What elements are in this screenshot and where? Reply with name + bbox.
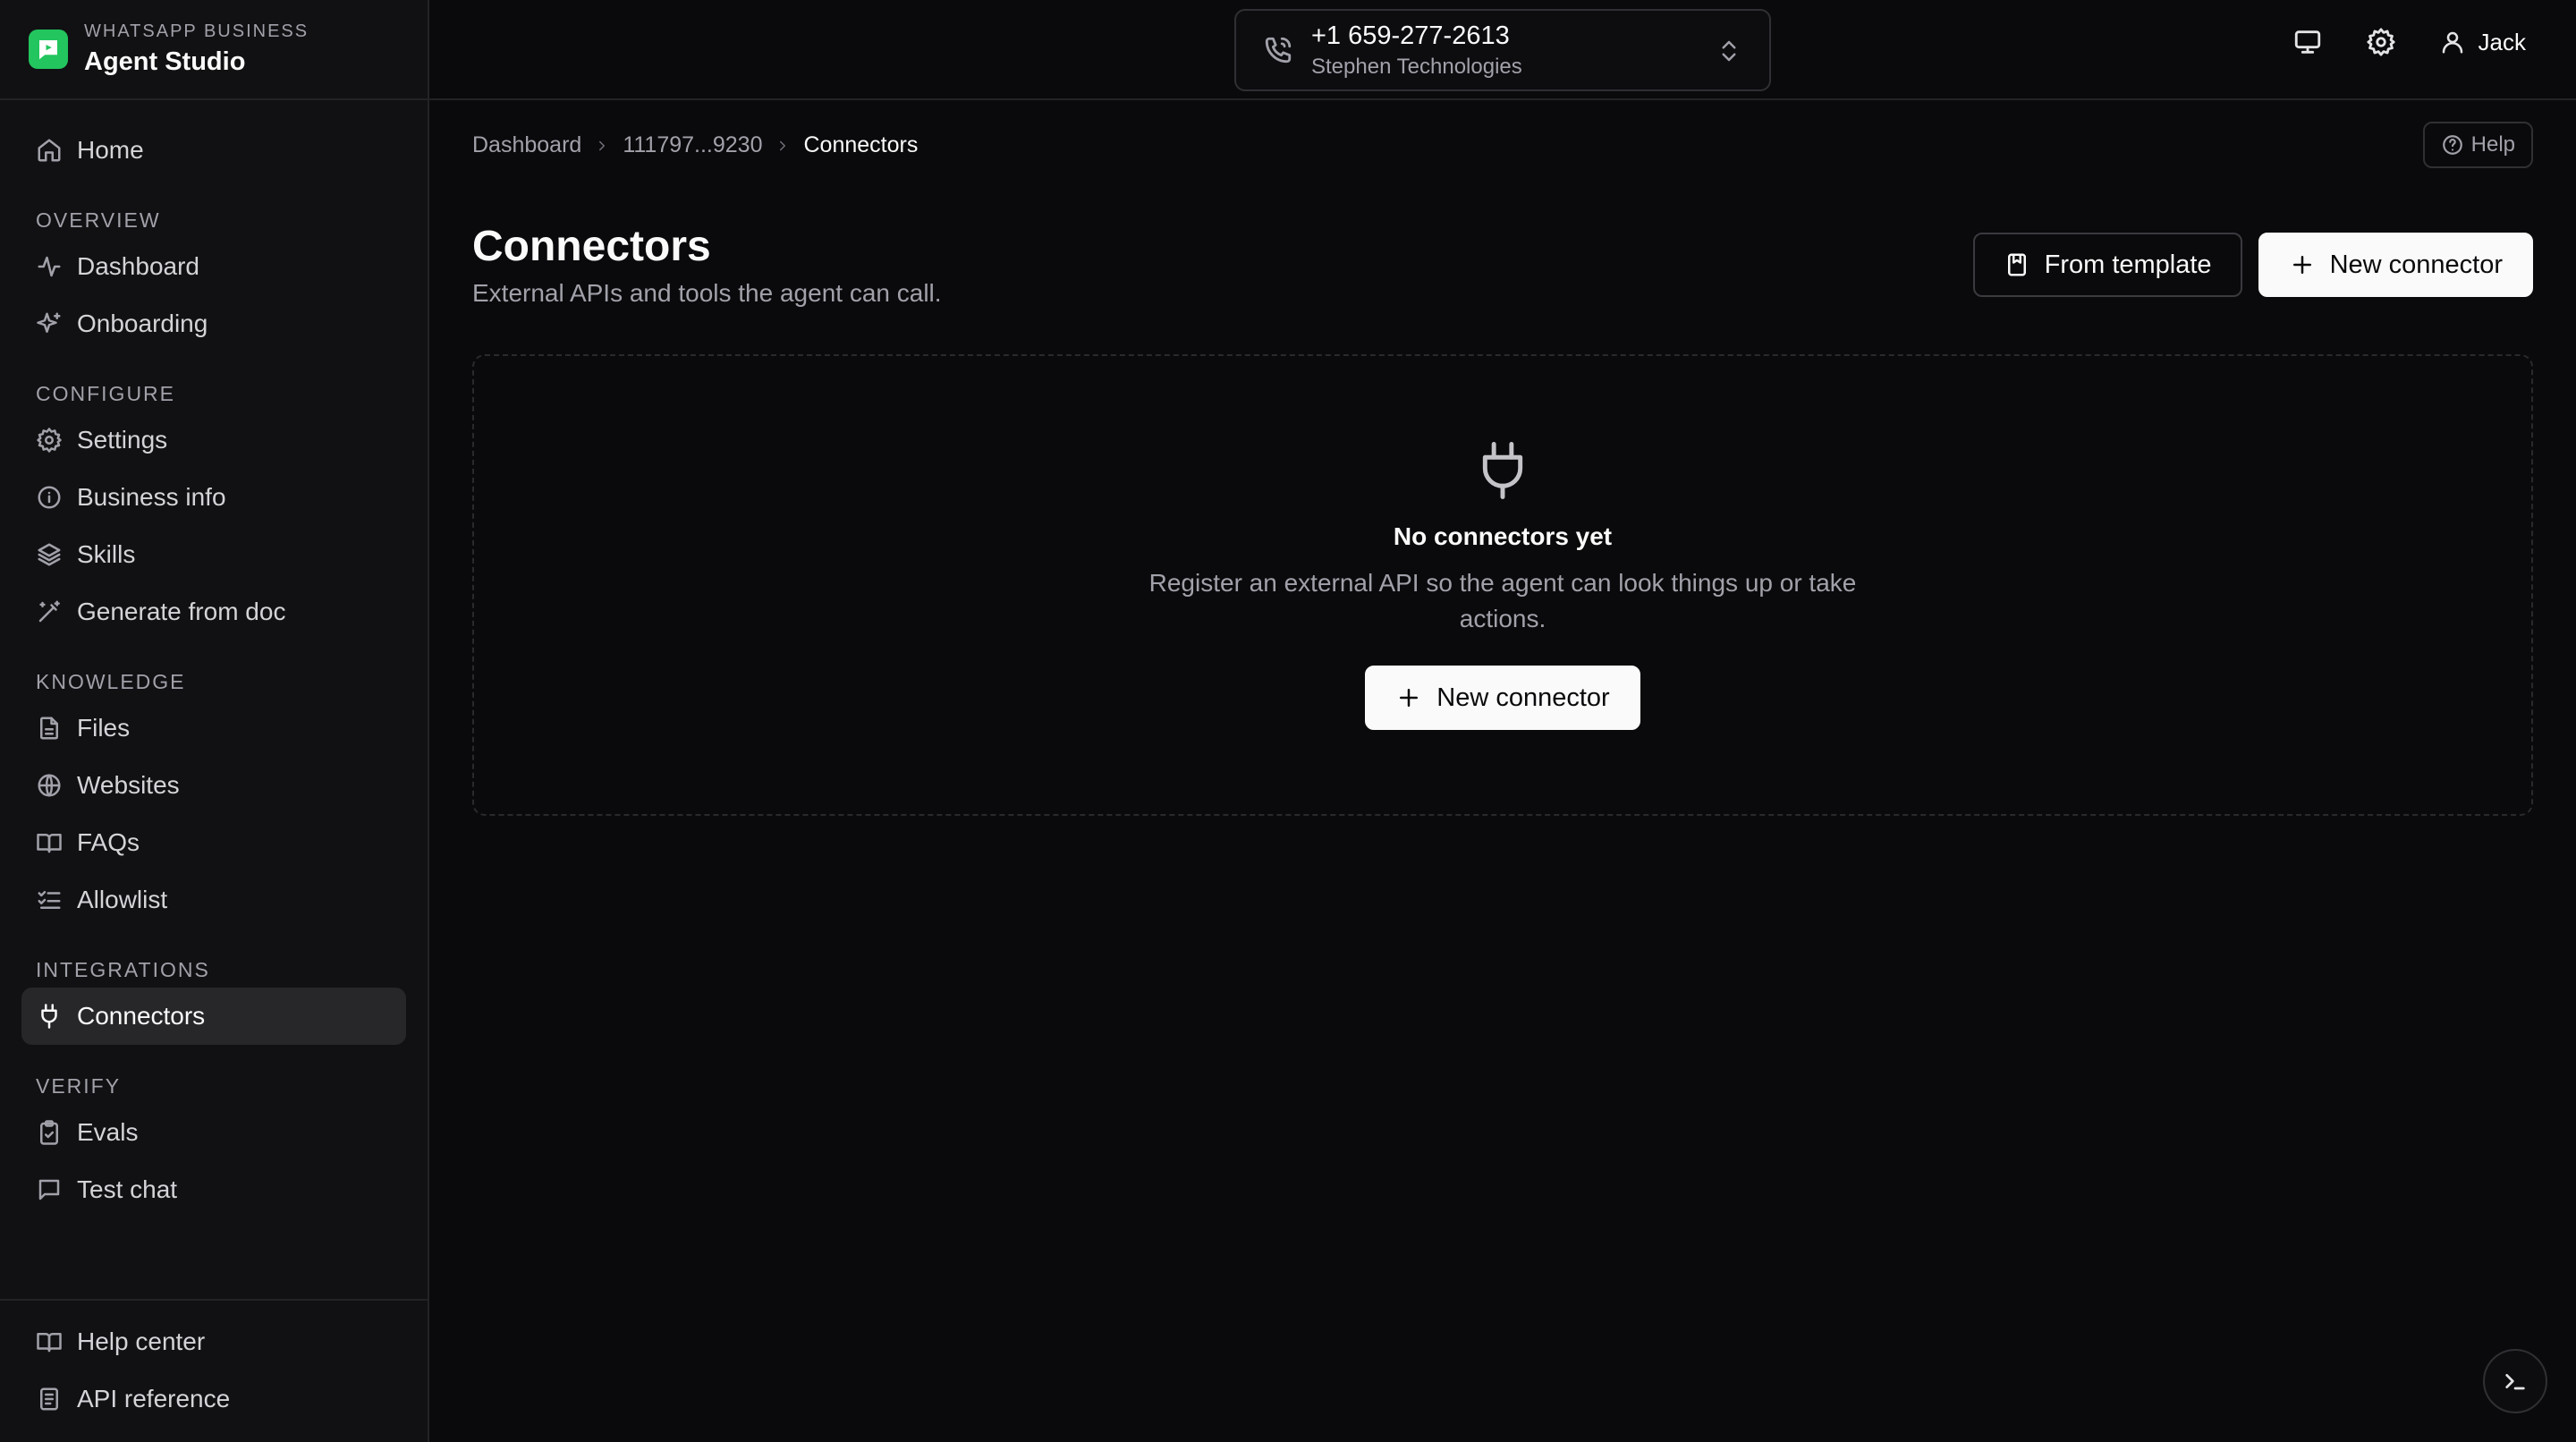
plus-icon xyxy=(1400,689,1419,707)
from-template-button[interactable]: From template xyxy=(1972,233,2242,297)
page-subtitle: External APIs and tools the agent can ca… xyxy=(472,279,942,307)
section-label-configure: CONFIGURE xyxy=(36,382,175,405)
sidebar-item-dashboard[interactable]: Dashboard xyxy=(21,238,406,295)
sidebar-item-label: Business info xyxy=(77,483,226,511)
phone-number-selector[interactable]: +1 659-277-2613 Stephen Technologies xyxy=(1234,9,1771,91)
plus-icon xyxy=(2292,256,2311,274)
sidebar-item-home[interactable]: Home xyxy=(21,122,406,179)
breadcrumb-current: Connectors xyxy=(803,132,919,157)
sidebar-item-label: Skills xyxy=(77,540,136,568)
sidebar-item-allowlist[interactable]: Allowlist xyxy=(21,871,406,929)
message-icon xyxy=(38,1179,60,1200)
whatsapp-logo-icon xyxy=(29,30,68,69)
sidebar-item-connectors[interactable]: Connectors xyxy=(21,988,406,1045)
user-icon xyxy=(2442,31,2462,54)
sidebar-item-skills[interactable]: Skills xyxy=(21,526,406,583)
new-connector-label: New connector xyxy=(2329,250,2503,279)
sidebar-item-label: FAQs xyxy=(77,828,140,856)
info-icon xyxy=(38,486,61,509)
book-icon xyxy=(37,834,62,853)
clipboard-check-icon xyxy=(40,1120,58,1145)
empty-state-description: Register an external API so the agent ca… xyxy=(1148,569,1857,632)
section-label-integrations: INTEGRATIONS xyxy=(36,958,210,981)
sidebar-item-files[interactable]: Files xyxy=(21,700,406,757)
help-button[interactable]: Help xyxy=(2422,122,2533,168)
sidebar-item-help-center[interactable]: Help center xyxy=(21,1313,406,1370)
phone-number: +1 659-277-2613 xyxy=(1311,21,1510,50)
empty-state: No connectors yet Register an external A… xyxy=(472,354,2533,816)
chevron-right-icon xyxy=(599,140,606,150)
empty-state-button-label: New connector xyxy=(1436,683,1610,712)
empty-state-title: No connectors yet xyxy=(1393,522,1613,550)
book-icon xyxy=(37,1333,62,1353)
sidebar-item-label: Onboarding xyxy=(77,310,208,337)
document-icon xyxy=(40,1387,58,1411)
terminal-icon xyxy=(2505,1374,2525,1390)
sidebar-item-label: Connectors xyxy=(77,1002,206,1030)
sidebar-item-label: Test chat xyxy=(77,1175,178,1203)
sidebar-nav: Home OVERVIEW Dashboard Onboarding CONFI… xyxy=(0,100,428,1218)
gear-icon xyxy=(37,428,62,453)
sidebar: WHATSAPP BUSINESS Agent Studio Home OVER… xyxy=(0,0,429,1442)
monitor-icon[interactable] xyxy=(2292,27,2323,57)
sidebar-item-label: Websites xyxy=(77,771,180,799)
magic-wand-icon xyxy=(38,600,60,623)
list-checks-icon xyxy=(38,891,61,909)
sidebar-item-label: Evals xyxy=(77,1118,139,1146)
sidebar-item-websites[interactable]: Websites xyxy=(21,757,406,814)
empty-state-new-connector-button[interactable]: New connector xyxy=(1365,666,1640,730)
layers-icon xyxy=(38,543,61,566)
sidebar-item-business-info[interactable]: Business info xyxy=(21,469,406,526)
gear-icon[interactable] xyxy=(2366,27,2396,57)
bookmark-template-icon xyxy=(2007,253,2026,276)
breadcrumb-root[interactable]: Dashboard xyxy=(472,132,581,158)
sidebar-item-settings[interactable]: Settings xyxy=(21,411,406,469)
sidebar-item-label: Files xyxy=(77,714,131,742)
sidebar-item-test-chat[interactable]: Test chat xyxy=(21,1161,406,1218)
globe-icon xyxy=(38,774,61,797)
chevron-right-icon xyxy=(780,140,786,150)
new-connector-button[interactable]: New connector xyxy=(2258,233,2533,297)
plug-icon xyxy=(1482,442,1523,499)
sidebar-item-generate-from-doc[interactable]: Generate from doc xyxy=(21,583,406,640)
user-name: Jack xyxy=(2478,28,2526,55)
header-actions: From template New connector xyxy=(1972,233,2533,297)
user-menu[interactable]: Jack xyxy=(2439,29,2526,56)
plug-icon xyxy=(41,1004,57,1029)
chevrons-up-down-icon xyxy=(1722,40,1736,62)
phone-call-icon xyxy=(1265,37,1292,64)
sidebar-item-label: Home xyxy=(77,136,144,164)
activity-icon xyxy=(38,256,61,277)
help-circle-icon xyxy=(2442,135,2462,155)
organization-name: Stephen Technologies xyxy=(1311,54,1522,79)
sidebar-item-label: Help center xyxy=(77,1327,206,1355)
sidebar-item-label: Allowlist xyxy=(77,886,168,913)
sidebar-item-label: Settings xyxy=(77,426,168,454)
section-label-overview: OVERVIEW xyxy=(36,208,161,232)
section-label-verify: VERIFY xyxy=(36,1074,122,1098)
sparkles-icon xyxy=(37,312,61,333)
brand[interactable]: WHATSAPP BUSINESS Agent Studio xyxy=(0,0,428,100)
top-actions: Jack xyxy=(2292,27,2526,57)
from-template-label: From template xyxy=(2044,250,2212,279)
terminal-button[interactable] xyxy=(2483,1349,2547,1413)
breadcrumb-middle[interactable]: 111797...9230 xyxy=(623,132,762,158)
sidebar-item-api-reference[interactable]: API reference xyxy=(21,1370,406,1428)
breadcrumb: Dashboard 111797...9230 Connectors xyxy=(472,132,918,158)
sidebar-item-label: API reference xyxy=(77,1385,231,1412)
brand-subtitle: WHATSAPP BUSINESS xyxy=(84,21,309,41)
sidebar-footer: Help center API reference xyxy=(0,1299,428,1442)
file-icon xyxy=(40,717,58,740)
sidebar-item-faqs[interactable]: FAQs xyxy=(21,814,406,871)
sidebar-item-evals[interactable]: Evals xyxy=(21,1104,406,1161)
sidebar-item-label: Generate from doc xyxy=(77,598,286,625)
sidebar-item-onboarding[interactable]: Onboarding xyxy=(21,295,406,352)
home-icon xyxy=(38,139,61,162)
section-label-knowledge: KNOWLEDGE xyxy=(36,670,186,693)
help-label: Help xyxy=(2470,132,2515,157)
page-title: Connectors xyxy=(472,223,711,270)
sidebar-item-label: Dashboard xyxy=(77,252,199,280)
topbar: +1 659-277-2613 Stephen Technologies Jac… xyxy=(429,0,2576,100)
brand-title: Agent Studio xyxy=(84,47,246,76)
